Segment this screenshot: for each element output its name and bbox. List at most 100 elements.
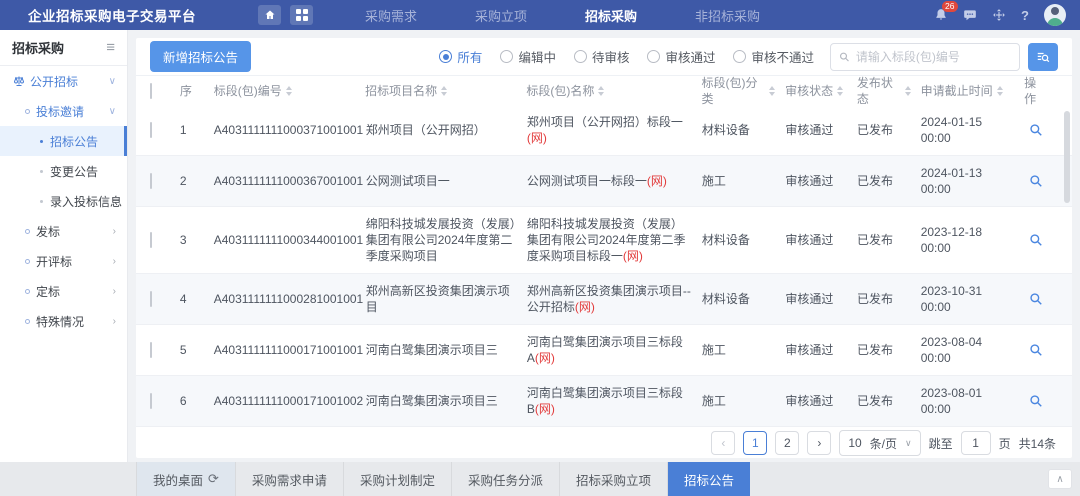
row-checkbox[interactable] xyxy=(150,122,152,138)
online-tag: (网) xyxy=(527,131,547,145)
row-checkbox[interactable] xyxy=(150,393,152,409)
view-detail-icon[interactable] xyxy=(1029,394,1043,408)
view-detail-icon[interactable] xyxy=(1029,174,1043,188)
dot-bullet-icon xyxy=(40,140,43,143)
row-segment: 公网测试项目一标段一(网) xyxy=(527,164,702,198)
main-panel: 新增招标公告 所有 编辑中 待审核 审核通过 审核不通过 序 标段(包)编号 招… xyxy=(136,38,1072,458)
sidebar-item-change-announcement[interactable]: 变更公告 xyxy=(0,156,127,186)
sidebar-item-issue-bid[interactable]: 发标 › xyxy=(0,216,127,246)
row-deadline: 2023-08-01 00:00 xyxy=(921,376,1024,426)
row-segment: 河南白鹭集团演示项目三标段B(网) xyxy=(527,376,702,426)
dot-bullet-icon xyxy=(40,170,43,173)
add-announcement-button[interactable]: 新增招标公告 xyxy=(150,41,251,72)
scale-icon xyxy=(13,75,25,87)
chevron-down-icon: ∨ xyxy=(109,76,116,87)
chevron-down-icon: ∨ xyxy=(109,106,116,117)
row-audit-status: 审核通过 xyxy=(785,333,857,367)
sidebar-item-label: 开评标 xyxy=(36,253,72,270)
row-checkbox[interactable] xyxy=(150,232,152,248)
vertical-scrollbar[interactable] xyxy=(1064,111,1070,203)
header-code[interactable]: 标段(包)编号 xyxy=(214,74,365,108)
prev-page-button[interactable]: ‹ xyxy=(711,431,735,455)
row-checkbox[interactable] xyxy=(150,173,152,189)
filter-review-rejected[interactable]: 审核不通过 xyxy=(733,47,814,66)
message-icon[interactable] xyxy=(963,8,977,22)
select-all-checkbox[interactable] xyxy=(150,83,152,99)
header-segment[interactable]: 标段(包)名称 xyxy=(526,74,701,108)
row-checkbox[interactable] xyxy=(150,291,152,307)
sort-icon xyxy=(286,86,292,96)
apps-grid-icon[interactable] xyxy=(290,5,313,25)
table-row: 3A4031111111000344001001绵阳科技城发展投资（发展）集团有… xyxy=(136,207,1072,274)
sidebar-item-label: 定标 xyxy=(36,283,60,300)
bottom-tabbar: 我的桌面 ⟳ 采购需求申请 采购计划制定 采购任务分派 招标采购立项 招标公告 … xyxy=(0,462,1080,496)
row-audit-status: 审核通过 xyxy=(785,223,857,257)
view-detail-icon[interactable] xyxy=(1029,123,1043,137)
fullscreen-arrows-icon[interactable] xyxy=(992,8,1006,22)
row-code: A4031111111000171001002 xyxy=(214,384,366,418)
home-icon[interactable] xyxy=(258,5,281,25)
nav-item-non-bidding[interactable]: 非招标采购 xyxy=(695,6,760,25)
tab-bidding-setup[interactable]: 招标采购立项 xyxy=(560,462,668,496)
page-button-1[interactable]: 1 xyxy=(743,431,767,455)
nav-item-procurement-setup[interactable]: 采购立项 xyxy=(475,6,527,25)
filter-all[interactable]: 所有 xyxy=(439,47,482,66)
page-size-select[interactable]: 10 条/页 ∨ xyxy=(839,430,920,456)
header-project[interactable]: 招标项目名称 xyxy=(365,74,526,108)
tab-demand-apply[interactable]: 采购需求申请 xyxy=(236,462,344,496)
row-code: A4031111111000367001001 xyxy=(214,164,366,198)
sidebar-item-public-bidding[interactable]: 公开招标 ∨ xyxy=(0,66,127,96)
tab-task-assign[interactable]: 采购任务分派 xyxy=(452,462,560,496)
header-deadline[interactable]: 申请截止时间 xyxy=(921,74,1025,108)
sidebar-item-enter-bid-info[interactable]: 录入投标信息 xyxy=(0,186,127,216)
jump-page-input[interactable] xyxy=(961,431,991,455)
nav-item-procurement-demand[interactable]: 采购需求 xyxy=(365,6,417,25)
app-title: 企业招标采购电子交易平台 xyxy=(28,5,196,25)
table-row: 5A4031111111000171001001河南白鹭集团演示项目三河南白鹭集… xyxy=(136,325,1072,376)
radio-icon xyxy=(574,50,587,63)
view-detail-icon[interactable] xyxy=(1029,233,1043,247)
toolbar: 新增招标公告 所有 编辑中 待审核 审核通过 审核不通过 xyxy=(136,38,1072,76)
row-segment: 郑州高新区投资集团演示项目--公开招标(网) xyxy=(527,274,702,324)
row-project: 河南白鹭集团演示项目三 xyxy=(366,384,527,418)
tab-my-desktop[interactable]: 我的桌面 ⟳ xyxy=(136,462,236,496)
nav-item-bidding-procurement[interactable]: 招标采购 xyxy=(585,6,637,25)
row-publish-status: 已发布 xyxy=(857,333,921,367)
row-seq: 3 xyxy=(180,223,214,257)
sidebar-item-special-cases[interactable]: 特殊情况 › xyxy=(0,306,127,336)
row-deadline: 2024-01-13 00:00 xyxy=(921,156,1024,206)
tab-bid-announcement[interactable]: 招标公告 xyxy=(668,462,750,496)
view-detail-icon[interactable] xyxy=(1029,343,1043,357)
filter-editing[interactable]: 编辑中 xyxy=(500,47,556,66)
row-checkbox[interactable] xyxy=(150,342,152,358)
sidebar-item-open-evaluate[interactable]: 开评标 › xyxy=(0,246,127,276)
sort-icon xyxy=(769,86,775,96)
radio-icon xyxy=(733,50,746,63)
table-row: 4A4031111111000281001001郑州高新区投资集团演示项目郑州高… xyxy=(136,274,1072,325)
sidebar-item-label: 特殊情况 xyxy=(36,313,84,330)
row-category: 施工 xyxy=(702,384,786,418)
sidebar-item-label: 投标邀请 xyxy=(36,103,84,120)
bell-icon[interactable]: 26 xyxy=(934,8,948,22)
row-audit-status: 审核通过 xyxy=(785,113,857,147)
page-button-2[interactable]: 2 xyxy=(775,431,799,455)
sidebar-item-award[interactable]: 定标 › xyxy=(0,276,127,306)
next-page-button[interactable]: › xyxy=(807,431,831,455)
help-icon[interactable]: ? xyxy=(1021,8,1029,23)
user-avatar[interactable] xyxy=(1044,4,1066,26)
search-input[interactable] xyxy=(856,50,1011,64)
filter-review-passed[interactable]: 审核通过 xyxy=(647,47,715,66)
pagination: ‹ 1 2 › 10 条/页 ∨ 跳至 页 共14条 xyxy=(136,428,1072,458)
header-audit-status[interactable]: 审核状态 xyxy=(785,74,857,108)
row-code: A4031111111000171001001 xyxy=(214,333,366,367)
filter-pending-review[interactable]: 待审核 xyxy=(574,47,630,66)
sort-icon xyxy=(837,86,843,96)
view-detail-icon[interactable] xyxy=(1029,292,1043,306)
collapse-tabs-button[interactable]: ∧ xyxy=(1048,469,1072,489)
sidebar-item-bid-announcement[interactable]: 招标公告 xyxy=(0,126,127,156)
sidebar-item-bid-invitation[interactable]: 投标邀请 ∨ xyxy=(0,96,127,126)
menu-collapse-icon[interactable]: ≡ xyxy=(106,40,115,55)
chevron-right-icon: › xyxy=(113,256,116,267)
online-tag: (网) xyxy=(535,402,555,416)
tab-plan-making[interactable]: 采购计划制定 xyxy=(344,462,452,496)
